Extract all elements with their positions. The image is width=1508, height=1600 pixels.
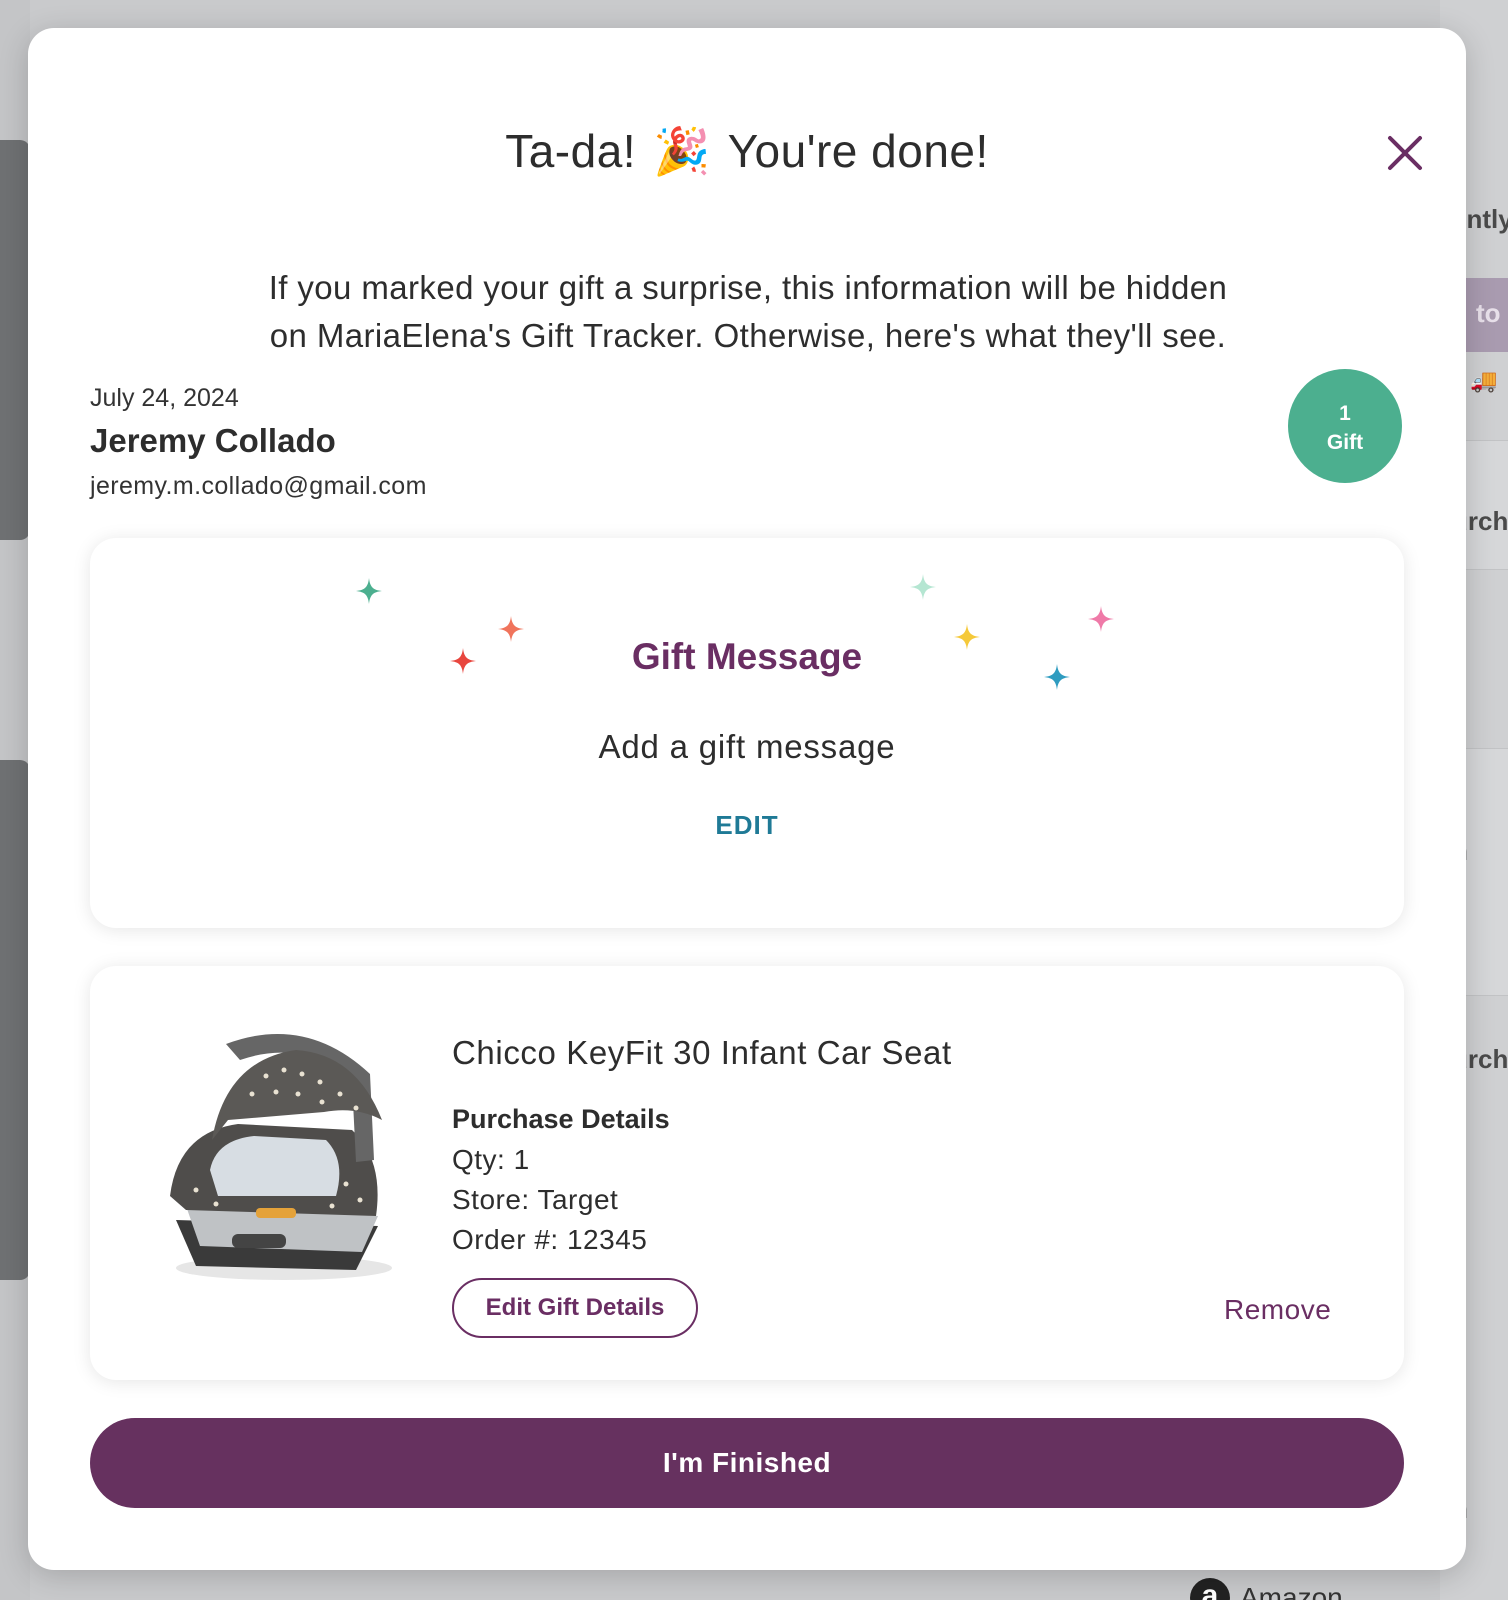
gift-count: 1 xyxy=(1339,402,1351,425)
edit-gift-message-link[interactable]: EDIT xyxy=(90,810,1404,841)
intro-text: If you marked your gift a surprise, this… xyxy=(178,264,1318,360)
gift-message-heading: Gift Message xyxy=(631,636,863,677)
intro-line: If you marked your gift a surprise, this… xyxy=(268,269,1228,306)
giver-name: Jeremy Collado xyxy=(90,422,336,459)
purchase-qty: Qty: 1 xyxy=(452,1144,530,1175)
product-name: Chicco KeyFit 30 Infant Car Seat xyxy=(452,1034,952,1071)
car-seat-product-image xyxy=(170,1034,392,1280)
gift-message-card: Gift Message Add a gift message EDIT xyxy=(90,538,1404,928)
gift-count-label: Gift xyxy=(1326,431,1364,454)
title-text: You're done! xyxy=(727,125,989,177)
gift-message-placeholder: Add a gift message xyxy=(598,728,896,765)
intro-line: on MariaElena's Gift Tracker. Otherwise,… xyxy=(269,317,1227,354)
close-button[interactable] xyxy=(1380,128,1430,178)
gift-item-card: Chicco KeyFit 30 Infant Car Seat Purchas… xyxy=(90,966,1404,1380)
gift-count-badge: 1 Gift xyxy=(1288,369,1402,483)
title-text: Ta-da! xyxy=(505,125,637,177)
finished-button[interactable]: I'm Finished xyxy=(90,1418,1404,1508)
edit-gift-details-button[interactable]: Edit Gift Details xyxy=(452,1278,698,1338)
background-left-image xyxy=(0,760,30,1280)
party-popper-icon: 🎉 xyxy=(653,125,712,177)
purchase-order-number: Order #: 12345 xyxy=(452,1224,648,1255)
giver-email: jeremy.m.collado@gmail.com xyxy=(90,472,427,500)
sparkle-icon xyxy=(1088,606,1114,632)
amazon-logo-icon: a xyxy=(1190,1578,1230,1600)
background-text: Amazon xyxy=(1240,1582,1343,1600)
gift-date: July 24, 2024 xyxy=(90,384,239,412)
truck-icon: 🚚 xyxy=(1470,368,1498,393)
sparkle-icon xyxy=(356,578,382,604)
sparkle-icon xyxy=(910,574,936,600)
remove-gift-button[interactable]: Remove xyxy=(1224,1294,1331,1326)
purchase-store: Store: Target xyxy=(452,1184,619,1215)
background-left-image xyxy=(0,140,30,540)
modal-title: Ta-da! 🎉 You're done! xyxy=(28,124,1466,179)
confirmation-modal: Ta-da! 🎉 You're done! If you marked your… xyxy=(28,28,1466,1570)
close-icon xyxy=(1388,136,1422,170)
purchase-details-heading: Purchase Details xyxy=(452,1104,670,1134)
